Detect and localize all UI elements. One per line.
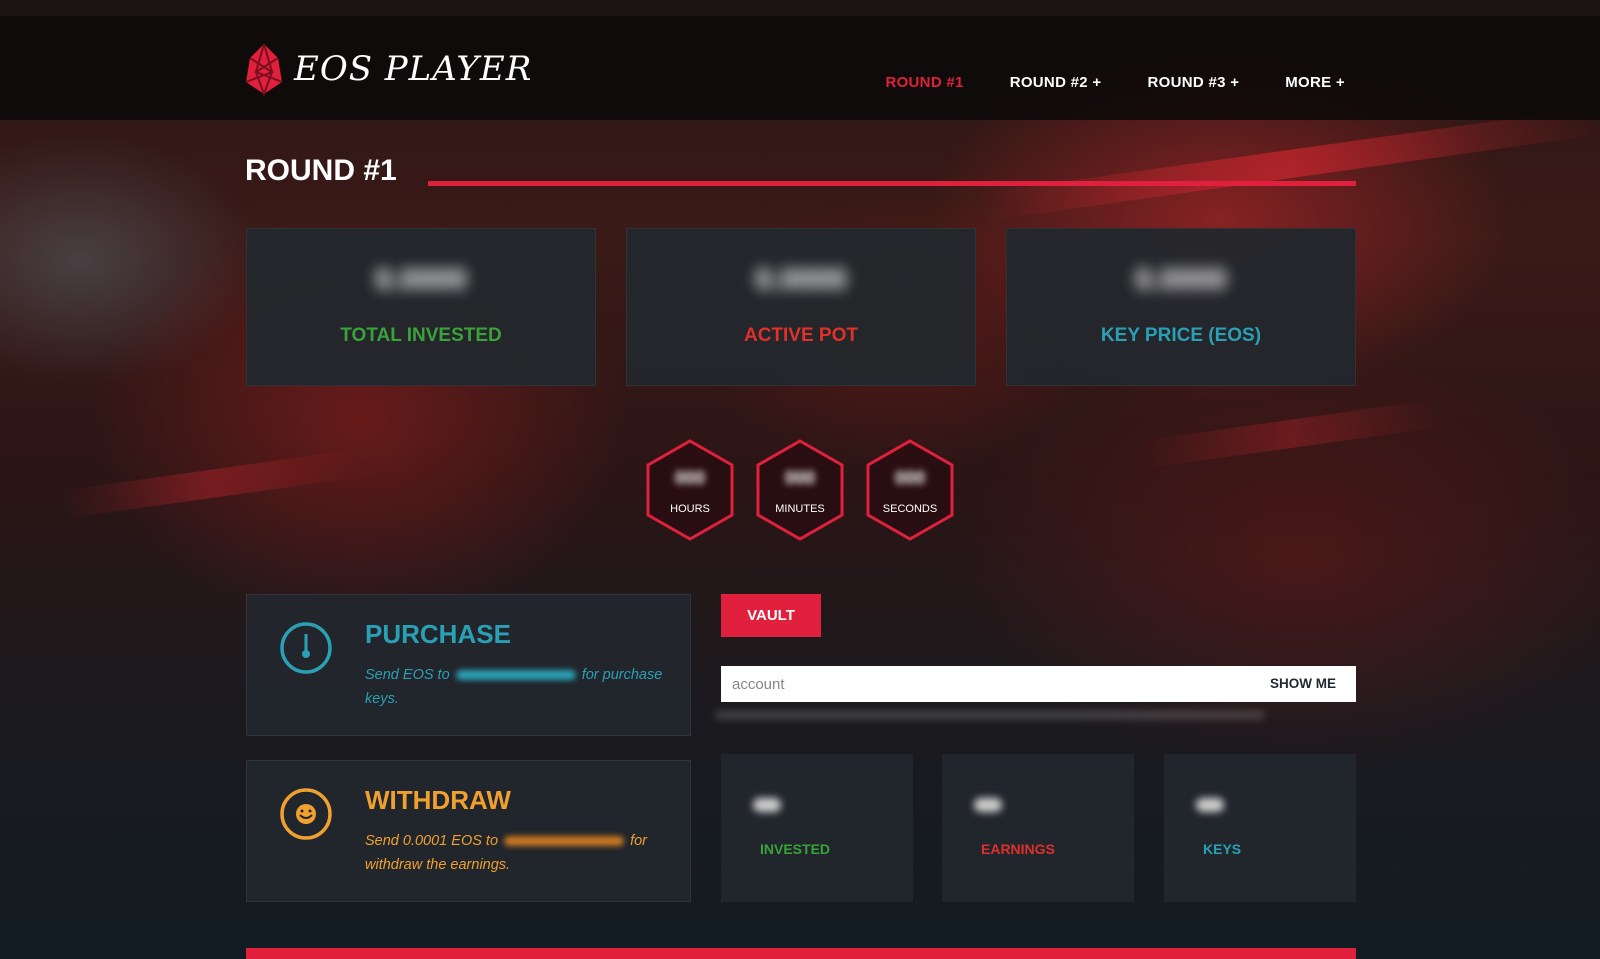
nav-round-2[interactable]: ROUND #2 +: [1010, 74, 1102, 91]
logo-text: EOS PLAYER: [294, 49, 533, 89]
stat-value: 0.0000: [1135, 263, 1227, 296]
redacted-value: [1196, 798, 1224, 812]
timer-value: 000: [894, 468, 926, 488]
redacted-value: [753, 798, 781, 812]
stat-label: KEY PRICE (EOS): [1100, 325, 1262, 346]
timer-label: SECONDS: [882, 503, 938, 515]
vault-label: KEYS: [1203, 841, 1242, 857]
stat-value: 0.0000: [755, 263, 847, 296]
timer-label: MINUTES: [775, 503, 825, 515]
vault-label: EARNINGS: [981, 841, 1055, 857]
purchase-description: Send EOS to for purchase keys.: [365, 663, 665, 711]
nav-round-3[interactable]: ROUND #3 +: [1147, 74, 1239, 91]
withdraw-desc-before: Send 0.0001 EOS to: [365, 833, 499, 849]
stat-label: ACTIVE POT: [743, 325, 858, 346]
withdraw-title: WITHDRAW: [365, 785, 511, 815]
withdraw-card: WITHDRAW Send 0.0001 EOS to for withdraw…: [246, 760, 691, 902]
stat-value: 0.0000: [375, 263, 467, 296]
stat-card-total-invested: 0.0000 TOTAL INVESTED: [246, 228, 596, 386]
stat-label: TOTAL INVESTED: [340, 325, 502, 346]
bottom-bar: [246, 948, 1356, 959]
withdraw-description: Send 0.0001 EOS to for withdraw the earn…: [365, 829, 665, 877]
hexagon-icon: [756, 439, 844, 541]
vault-card-earnings: EARNINGS: [942, 754, 1134, 902]
vault-card-invested: INVESTED: [721, 754, 913, 902]
site-header: EOS PLAYER ROUND #1 ROUND #2 + ROUND #3 …: [0, 16, 1600, 120]
title-divider: [428, 181, 1356, 186]
hexagon-icon: [866, 439, 954, 541]
purchase-desc-before: Send EOS to: [365, 667, 450, 683]
vault-label: INVESTED: [760, 841, 831, 857]
purchase-title: PURCHASE: [365, 619, 511, 649]
vault-button[interactable]: VAULT: [721, 594, 821, 637]
page-title: ROUND #1: [245, 154, 397, 187]
timer-minutes: 000 MINUTES: [754, 438, 846, 542]
redacted-value: [974, 798, 1002, 812]
vault-card-keys: KEYS: [1164, 754, 1356, 902]
eos-logo-icon: [246, 43, 282, 96]
thermometer-icon: [280, 622, 332, 674]
redacted-account: [504, 836, 625, 847]
nav-round-1[interactable]: ROUND #1: [885, 74, 963, 91]
nav-more[interactable]: MORE +: [1285, 74, 1345, 91]
smiley-icon: [280, 788, 332, 840]
timer-value: 000: [674, 468, 706, 488]
stat-card-active-pot: 0.0000 ACTIVE POT: [626, 228, 976, 386]
account-input[interactable]: [721, 666, 1221, 702]
timer-label: HOURS: [670, 503, 710, 515]
top-strip: [0, 0, 1600, 16]
logo[interactable]: EOS PLAYER: [246, 42, 532, 96]
timer-hours: 000 HOURS: [644, 438, 736, 542]
stat-card-key-price: 0.0000 KEY PRICE (EOS): [1006, 228, 1356, 386]
hexagon-icon: [646, 439, 734, 541]
timer-seconds: 000 SECONDS: [864, 438, 956, 542]
account-search: SHOW ME: [721, 666, 1356, 702]
show-me-button[interactable]: SHOW ME: [1270, 666, 1336, 702]
main-nav: ROUND #1 ROUND #2 + ROUND #3 + MORE +: [885, 74, 1345, 91]
purchase-card: PURCHASE Send EOS to for purchase keys.: [246, 594, 691, 736]
redacted-info: [715, 711, 1265, 719]
redacted-account: [455, 670, 576, 681]
timer-value: 000: [784, 468, 816, 488]
